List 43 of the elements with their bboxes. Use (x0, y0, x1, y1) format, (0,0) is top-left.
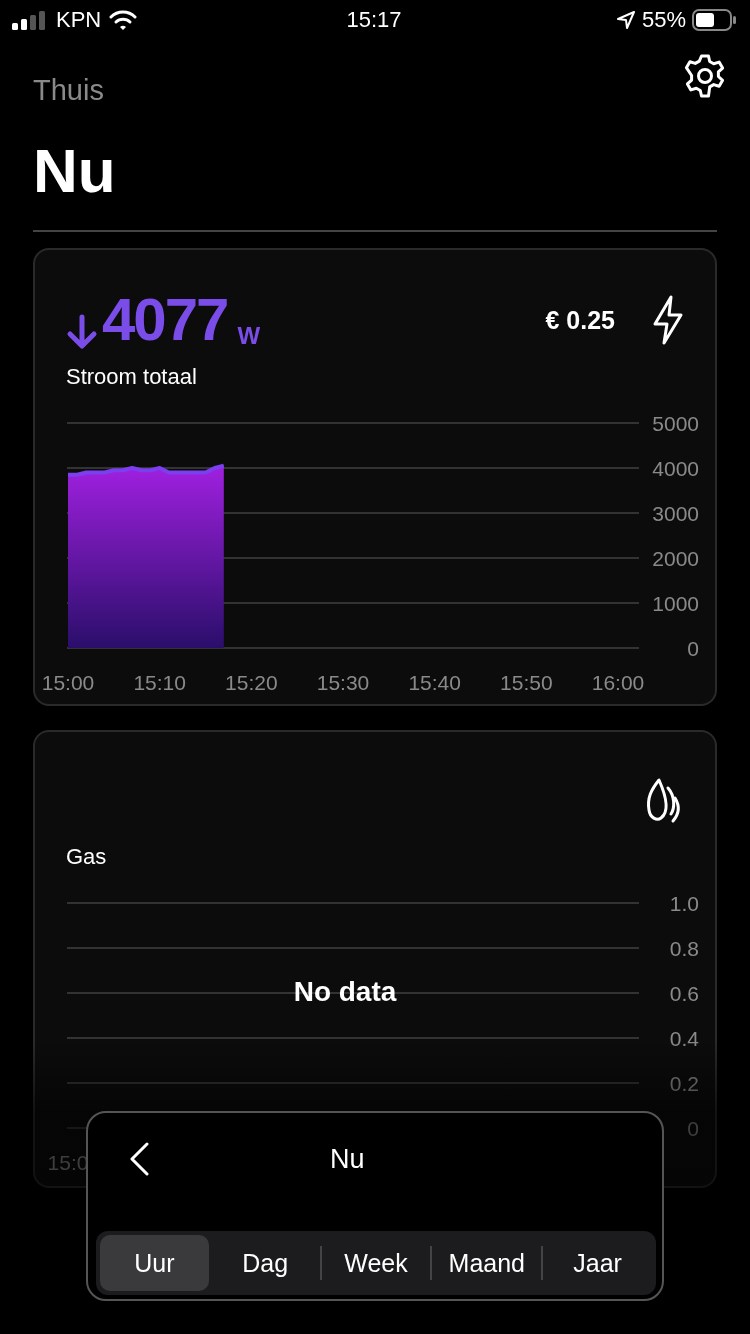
period-tab[interactable]: Maand (432, 1235, 542, 1291)
no-data-message: No data (292, 976, 398, 1008)
x-axis-label: 15:50 (500, 671, 553, 694)
y-axis-label: 2000 (652, 547, 699, 570)
meter-label: Gas (65, 843, 108, 870)
period-title: Nu (330, 1143, 365, 1175)
status-time: 15:17 (346, 7, 402, 33)
y-axis-label: 3000 (652, 502, 699, 525)
y-axis-label: 4000 (652, 457, 699, 480)
y-axis-label: 0 (687, 637, 699, 660)
period-tab[interactable]: Uur (100, 1235, 209, 1291)
back-link[interactable]: Thuis (33, 74, 104, 107)
page-title: Nu (33, 135, 117, 207)
signal-icon (12, 10, 48, 30)
period-tab[interactable]: Week (321, 1235, 431, 1291)
location-arrow-icon (615, 10, 636, 30)
x-axis-label: 15:00 (41, 671, 95, 694)
wifi-icon (109, 10, 138, 30)
y-axis-label: 0.8 (669, 937, 699, 960)
y-axis-label: 1000 (652, 592, 699, 615)
period-tab[interactable]: Dag (210, 1235, 320, 1291)
y-axis-label: 5000 (652, 412, 699, 435)
y-axis-label: 0.6 (669, 982, 699, 1005)
lightning-icon (651, 295, 685, 345)
carrier-name: KPN (56, 7, 102, 33)
y-axis-label: 0.2 (669, 1072, 699, 1095)
battery-percentage: 55% (641, 7, 686, 33)
y-axis-label: 0.4 (669, 1027, 699, 1050)
x-axis-label: 15:40 (408, 671, 461, 694)
down-arrow-icon (66, 314, 98, 350)
battery-icon (692, 9, 736, 31)
power-value: 4077 (102, 290, 228, 350)
cost-value: € 0.25 (545, 305, 615, 335)
meter-label: Stroom totaal (65, 363, 198, 390)
back-chevron-icon[interactable] (128, 1142, 150, 1176)
x-axis-label: 15:30 (316, 671, 370, 694)
x-axis-label: 16:00 (591, 671, 645, 694)
x-axis-label: 15:10 (133, 671, 186, 694)
y-axis-label: 1.0 (669, 892, 699, 915)
power-unit: W (237, 322, 261, 350)
period-tab[interactable]: Jaar (543, 1235, 652, 1291)
x-axis-label: 15:20 (225, 671, 278, 694)
y-axis-label: 0 (687, 1117, 699, 1140)
